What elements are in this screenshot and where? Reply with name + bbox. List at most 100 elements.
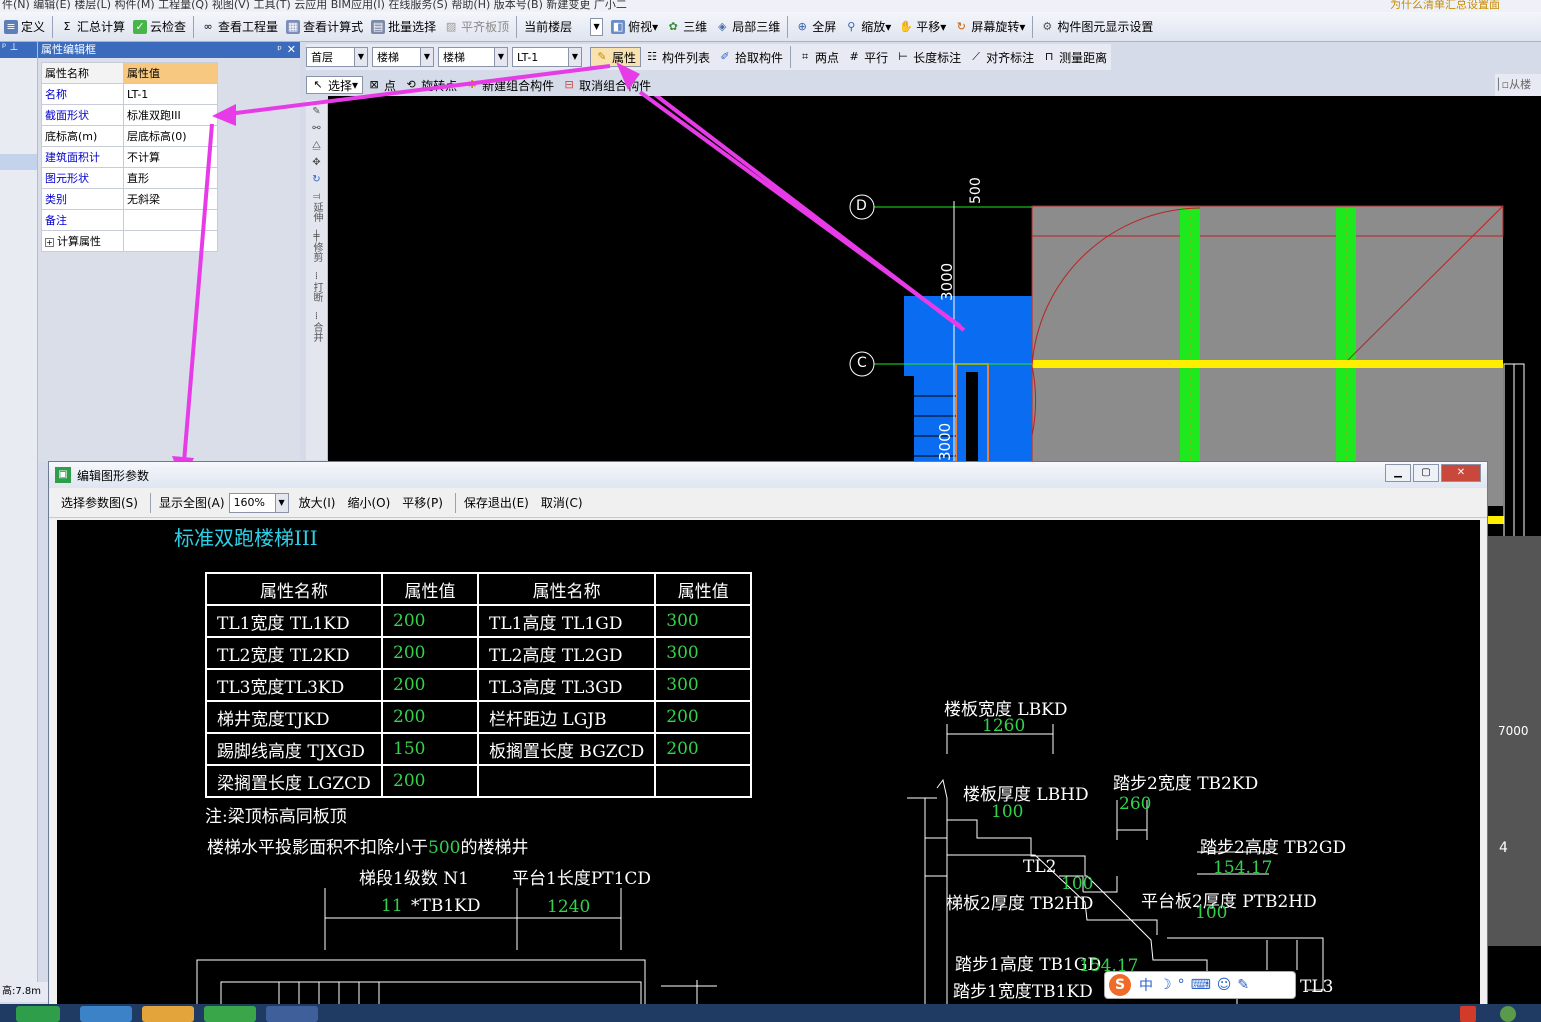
view-formula-button[interactable]: ▦ 查看计算式	[282, 15, 367, 39]
rotate-point-button[interactable]: ⟲ 旋转点	[400, 73, 461, 97]
property-row[interactable]: 建筑面积计 不计算	[41, 146, 218, 168]
property-row[interactable]: 类别 无斜梁	[41, 188, 218, 210]
ptb2hd-value[interactable]: 100	[1195, 903, 1227, 923]
pin-icon[interactable]: ᵖ ⊥	[0, 42, 37, 58]
menu-right-text: 为什么清单汇总设置面	[1390, 0, 1500, 11]
wrench-icon[interactable]: ✎	[1237, 977, 1249, 993]
fullscreen-button[interactable]: ⊕ 全屏	[791, 15, 840, 39]
aligned-dim-button[interactable]: ⟋ 对齐标注	[965, 45, 1038, 69]
select-button[interactable]: ↖ 选择 ▾	[306, 76, 364, 94]
3d-button[interactable]: ✿ 三维	[662, 15, 711, 39]
param-diagram-canvas[interactable]: 标准双跑楼梯III 属性名称 属性值 属性名称 属性值 TL1宽度 TL1KD 2…	[57, 520, 1480, 1007]
taskbar-app-icon[interactable]	[16, 1006, 60, 1022]
screen-rotate-button[interactable]: ↻ 屏幕旋转 ▾	[950, 15, 1029, 39]
minimize-icon[interactable]: ▁	[1385, 464, 1411, 482]
mirror-icon[interactable]: ⧋	[306, 140, 327, 151]
define-icon: ≡	[4, 19, 18, 34]
ime-toolbar[interactable]: S 中 ☽ ° ⌨ ☺ ✎	[1104, 971, 1296, 999]
pt1-value[interactable]: 1240	[547, 897, 590, 917]
n1-value[interactable]: 11	[381, 896, 403, 916]
break-button[interactable]: ⁞ 打断	[306, 271, 327, 305]
chevron-down-icon[interactable]: ▼	[420, 48, 433, 66]
property-row[interactable]: 备注	[41, 209, 218, 231]
lbhd-value[interactable]: 100	[991, 802, 1023, 822]
zoom-button[interactable]: ⚲ 缩放 ▾	[840, 15, 895, 39]
view-quantity-button[interactable]: ∞ 查看工程量	[197, 15, 282, 39]
dialog-title-bar[interactable]: ▣ 编辑图形参数 ▁ ▢ ✕	[49, 462, 1487, 488]
properties-button[interactable]: ✎ 属性	[590, 47, 642, 67]
define-button[interactable]: ≡ 定义	[0, 15, 49, 39]
maximize-icon[interactable]: ▢	[1413, 464, 1439, 482]
close-icon[interactable]: ✕	[287, 42, 296, 58]
cancel-button[interactable]: 取消(C)	[541, 494, 583, 511]
punctuation-icon[interactable]: °	[1178, 977, 1185, 993]
rotate-icon[interactable]: ↻	[306, 174, 327, 185]
cloud-check-button[interactable]: ✓ 云检查	[129, 15, 190, 39]
measure-distance-button[interactable]: ⊓ 测量距离	[1038, 45, 1111, 69]
floor-select[interactable]: 首层 ▼	[306, 47, 368, 67]
type-select[interactable]: 楼梯 ▼	[438, 47, 508, 67]
user-icon[interactable]: ☺	[1217, 977, 1232, 993]
move-icon[interactable]: ✥	[306, 157, 327, 168]
select-param-diagram-button[interactable]: 选择参数图(S)	[61, 494, 138, 511]
new-group-button[interactable]: ✱ 新建组合构件	[461, 73, 558, 97]
offset-icon[interactable]: ⚯	[306, 123, 327, 134]
ungroup-button[interactable]: ⊟ 取消组合构件	[558, 73, 655, 97]
menu-bar[interactable]: 件(N) 编辑(E) 楼层(L) 构件(M) 工程量(Q) 视图(V) 工具(T…	[0, 0, 1541, 12]
keyboard-icon[interactable]: ⌨	[1191, 977, 1211, 993]
length-dim-button[interactable]: ⊢ 长度标注	[892, 45, 965, 69]
tb2kd-value[interactable]: 260	[1119, 794, 1151, 814]
zoom-level-select[interactable]: 160% ▼	[228, 492, 289, 513]
right-edge-button[interactable]: │▫从楼	[1495, 74, 1541, 96]
local-3d-button[interactable]: ◈ 局部三维	[711, 15, 784, 39]
category-select[interactable]: 楼梯 ▼	[372, 47, 434, 67]
save-exit-button[interactable]: 保存退出(E)	[464, 494, 529, 511]
menu-items[interactable]: 件(N) 编辑(E) 楼层(L) 构件(M) 工程量(Q) 视图(V) 工具(T…	[2, 0, 627, 10]
component-list-button[interactable]: ☷ 构件列表	[641, 45, 714, 69]
two-point-button[interactable]: ⌗ 两点	[794, 45, 843, 69]
summary-calc-button[interactable]: Σ 汇总计算	[56, 15, 129, 39]
current-floor-select[interactable]: 当前楼层 ▼	[520, 15, 607, 39]
property-row[interactable]: 底标高(m) 层底标高(0)	[41, 125, 218, 147]
chevron-down-icon[interactable]: ▼	[590, 17, 604, 36]
expand-plus-icon[interactable]: +	[45, 238, 54, 247]
property-row[interactable]: 名称 LT-1	[41, 83, 218, 105]
pan-button[interactable]: 平移(P)	[402, 494, 443, 511]
close-icon[interactable]: ✕	[1441, 464, 1481, 482]
chevron-down-icon[interactable]: ▼	[274, 493, 288, 512]
tray-icon[interactable]	[1500, 1006, 1516, 1022]
component-select[interactable]: LT-1 ▼	[512, 47, 582, 67]
element-display-settings-button[interactable]: ⚙ 构件图元显示设置	[1036, 15, 1157, 39]
collapsed-tree-item[interactable]	[0, 154, 37, 170]
property-row-expandable[interactable]: + 计算属性	[41, 230, 218, 252]
chevron-down-icon[interactable]: ▼	[354, 48, 367, 66]
pin-icon[interactable]: ᵖ	[277, 42, 282, 58]
extend-button[interactable]: ⫤ 延伸	[306, 191, 327, 225]
parallel-button[interactable]: # 平行	[843, 45, 892, 69]
batch-select-button[interactable]: ▤ 批量选择	[367, 15, 440, 39]
show-all-button[interactable]: 显示全图(A)	[159, 494, 225, 511]
zoom-out-button[interactable]: 缩小(O)	[347, 494, 390, 511]
top-view-button[interactable]: ◧ 俯视 ▾	[607, 15, 662, 39]
taskbar-app-icon[interactable]	[266, 1006, 318, 1022]
left-collapsed-panel: ᵖ ⊥	[0, 42, 38, 982]
merge-button[interactable]: ⁞ 合并	[306, 311, 327, 345]
align-slab-top-button[interactable]: ▨ 平齐板顶	[440, 15, 513, 39]
chevron-down-icon[interactable]: ▼	[494, 48, 507, 66]
moon-icon[interactable]: ☽	[1159, 977, 1172, 993]
lbkd-value[interactable]: 1260	[982, 716, 1025, 736]
zoom-in-button[interactable]: 放大(I)	[299, 494, 336, 511]
taskbar-app-icon[interactable]	[80, 1006, 132, 1022]
taskbar-app-icon[interactable]	[142, 1006, 194, 1022]
pan-button[interactable]: ✋ 平移 ▾	[895, 15, 950, 39]
brush-icon[interactable]: ✎	[306, 106, 327, 117]
point-button[interactable]: ⊠ 点	[363, 73, 400, 97]
taskbar-app-icon[interactable]	[204, 1006, 256, 1022]
pick-component-button[interactable]: ✐ 拾取构件	[714, 45, 787, 69]
property-row[interactable]: 图元形状 直形	[41, 167, 218, 189]
tb2gd-value[interactable]: 154.17	[1213, 858, 1272, 878]
chevron-down-icon[interactable]: ▼	[568, 48, 581, 66]
property-row[interactable]: 截面形状 标准双跑III	[41, 104, 218, 126]
tray-icon[interactable]	[1460, 1006, 1476, 1022]
trim-button[interactable]: ╪ 修剪	[306, 231, 327, 265]
